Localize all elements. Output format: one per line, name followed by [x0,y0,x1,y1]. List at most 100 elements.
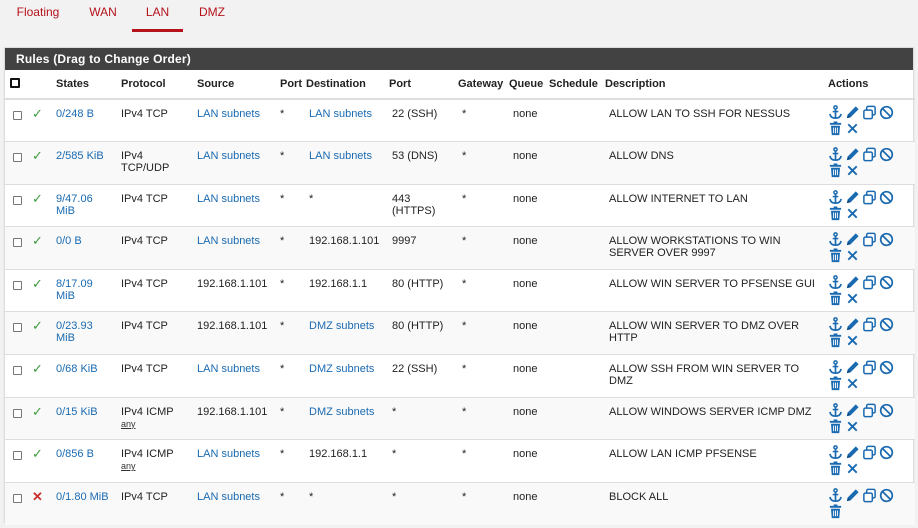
tab-wan[interactable]: WAN [82,0,124,32]
times-icon[interactable] [845,461,862,476]
table-row[interactable]: ✓ 0/68 KiB IPv4 TCP LAN subnets * DMZ subnets… [5,354,915,398]
destination-value[interactable]: DMZ subnets [309,320,374,332]
pencil-icon[interactable] [845,190,862,205]
ban-icon[interactable] [879,232,896,247]
pencil-icon[interactable] [845,403,862,418]
times-icon[interactable] [845,376,862,391]
row-checkbox[interactable] [13,408,22,418]
table-row[interactable]: ✓ 0/15 KiB IPv4 ICMP any 192.168.1.101 * DMZ s… [5,396,915,440]
destination-value[interactable]: LAN subnets [309,108,372,120]
anchor-icon[interactable] [828,487,845,503]
row-checkbox[interactable] [13,366,22,376]
trash-icon[interactable] [828,504,845,519]
trash-icon[interactable] [828,248,845,263]
source-value[interactable]: LAN subnets [197,235,260,247]
ban-icon[interactable] [879,403,896,418]
col-description[interactable]: Description [605,70,825,100]
states-link[interactable]: 0/248 B [56,108,94,120]
anchor-icon[interactable] [828,317,845,332]
times-icon[interactable] [845,333,862,348]
row-checkbox[interactable] [13,323,22,333]
tab-dmz[interactable]: DMZ [192,0,232,32]
pencil-icon[interactable] [845,147,862,162]
source-value[interactable]: LAN subnets [197,193,260,205]
states-link[interactable]: 0/68 KiB [56,363,98,375]
pass-check-icon[interactable]: ✓ [32,277,43,290]
trash-icon[interactable] [828,121,845,136]
destination-value[interactable]: LAN subnets [309,150,372,162]
table-row[interactable]: ✓ 0/23.93 MiB IPv4 TCP 192.168.1.101 * DMZ su… [5,311,915,355]
states-link[interactable]: 0/856 B [56,448,94,460]
copy-icon[interactable] [862,190,879,205]
trash-icon[interactable] [828,291,845,306]
anchor-icon[interactable] [828,189,845,205]
destination-value[interactable]: DMZ subnets [309,406,374,418]
row-checkbox[interactable] [13,238,22,248]
times-icon[interactable] [845,163,862,178]
copy-icon[interactable] [862,105,879,120]
select-all-checkbox[interactable] [10,77,20,88]
ban-icon[interactable] [879,275,896,290]
states-link[interactable]: 0/1.80 MiB [56,491,109,503]
pencil-icon[interactable] [845,275,862,290]
table-row[interactable]: ✓ 0/856 B IPv4 ICMP any LAN subnets * 192.168.… [5,439,915,483]
anchor-icon[interactable] [828,360,845,375]
times-icon[interactable] [845,206,862,221]
row-checkbox[interactable] [13,451,22,461]
trash-icon[interactable] [828,419,845,434]
states-link[interactable]: 9/47.06 MiB [56,193,93,217]
ban-icon[interactable] [879,105,896,120]
table-row[interactable]: ✓ 0/0 B IPv4 TCP LAN subnets * 192.168.1.101 9… [5,226,915,270]
states-link[interactable]: 8/17.09 MiB [56,278,93,302]
pencil-icon[interactable] [845,488,862,503]
row-checkbox[interactable] [13,195,22,205]
trash-icon[interactable] [828,461,845,476]
pass-check-icon[interactable]: ✓ [32,149,43,162]
copy-icon[interactable] [862,488,879,503]
col-schedule[interactable]: Schedule [549,70,605,100]
tab-floating[interactable]: Floating [8,0,68,32]
col-states[interactable]: States [52,70,117,100]
row-checkbox[interactable] [13,153,22,163]
col-gateway[interactable]: Gateway [458,70,509,100]
anchor-icon[interactable] [828,232,845,247]
times-icon[interactable] [845,121,862,136]
col-protocol[interactable]: Protocol [117,70,193,100]
tab-lan[interactable]: LAN [132,0,183,32]
ban-icon[interactable] [879,445,896,460]
pencil-icon[interactable] [845,105,862,120]
pencil-icon[interactable] [845,232,862,247]
trash-icon[interactable] [828,333,845,348]
trash-icon[interactable] [828,206,845,221]
col-source-port[interactable]: Port [276,70,305,100]
ban-icon[interactable] [879,190,896,205]
destination-value[interactable]: DMZ subnets [309,363,374,375]
states-link[interactable]: 0/15 KiB [56,406,98,418]
pencil-icon[interactable] [845,317,862,332]
pass-check-icon[interactable]: ✓ [32,405,43,418]
pass-check-icon[interactable]: ✓ [32,107,43,120]
states-link[interactable]: 2/585 KiB [56,150,104,162]
pencil-icon[interactable] [845,360,862,375]
states-link[interactable]: 0/0 B [56,235,82,247]
source-value[interactable]: LAN subnets [197,448,260,460]
anchor-icon[interactable] [828,402,845,418]
col-source[interactable]: Source [193,70,276,100]
copy-icon[interactable] [862,275,879,290]
anchor-icon[interactable] [828,274,845,290]
states-link[interactable]: 0/23.93 MiB [56,320,93,344]
trash-icon[interactable] [828,376,845,391]
pass-check-icon[interactable]: ✓ [32,447,43,460]
source-value[interactable]: LAN subnets [197,363,260,375]
copy-icon[interactable] [862,360,879,375]
table-row[interactable]: ✓ 2/585 KiB IPv4 TCP/UDP LAN subnets * LAN su… [5,141,915,185]
row-checkbox[interactable] [13,280,22,290]
times-icon[interactable] [845,248,862,263]
ban-icon[interactable] [879,488,896,503]
table-row[interactable]: ✕ 0/1.80 MiB IPv4 TCP LAN subnets * * * * none BL… [5,481,915,525]
table-row[interactable]: ✓ 0/248 B IPv4 TCP LAN subnets * LAN subnets 2… [5,98,915,142]
source-value[interactable]: LAN subnets [197,150,260,162]
trash-icon[interactable] [828,163,845,178]
table-row[interactable]: ✓ 9/47.06 MiB IPv4 TCP LAN subnets * * 443 (HT… [5,183,915,227]
pass-check-icon[interactable]: ✓ [32,319,43,332]
